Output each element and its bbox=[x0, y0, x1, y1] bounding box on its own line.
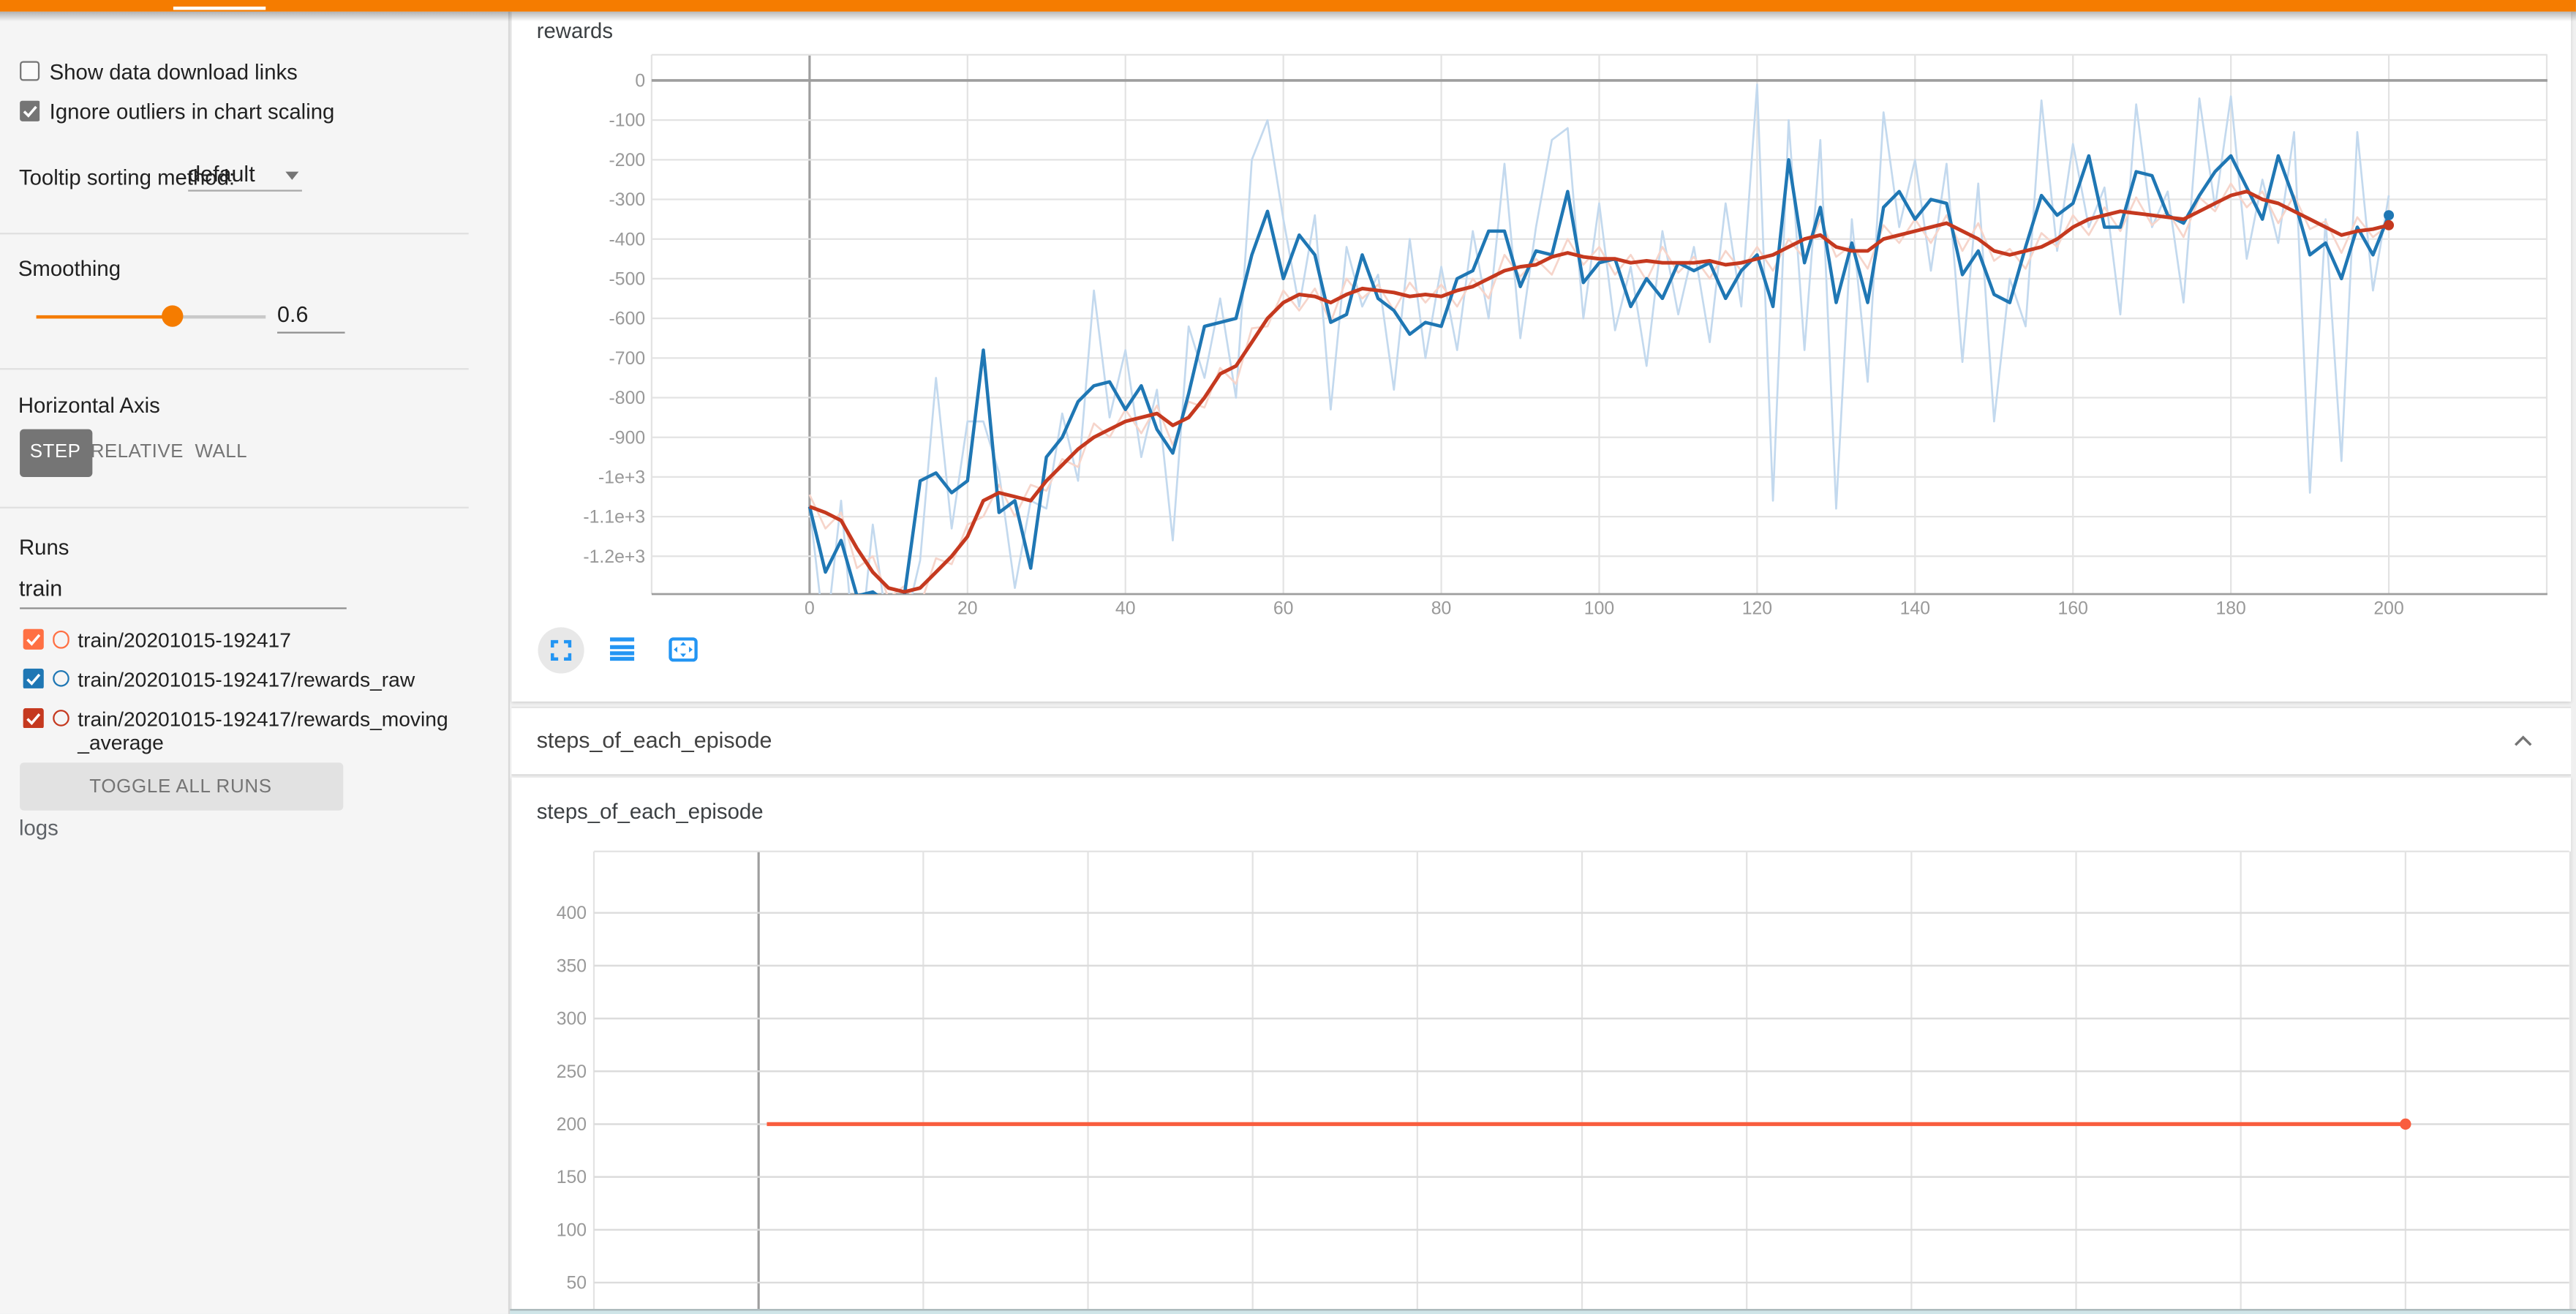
chevron-down-icon bbox=[285, 172, 298, 180]
runs-filter-input[interactable]: train bbox=[19, 574, 346, 604]
svg-text:-900: -900 bbox=[609, 427, 646, 447]
svg-text:40: 40 bbox=[1115, 598, 1136, 617]
smoothing-value-underline bbox=[277, 331, 345, 333]
svg-text:60: 60 bbox=[1273, 598, 1294, 617]
toggle-all-runs-button[interactable]: TOGGLE ALL RUNS bbox=[19, 762, 342, 811]
svg-text:180: 180 bbox=[2216, 598, 2246, 617]
horizontal-axis-label: Horizontal Axis bbox=[18, 392, 160, 417]
axis-button-wall[interactable]: WALL bbox=[189, 429, 252, 477]
runs-filter-underline bbox=[19, 607, 346, 609]
svg-text:-1e+3: -1e+3 bbox=[598, 467, 645, 487]
ignore-outliers-checkbox[interactable] bbox=[19, 101, 39, 121]
chevron-up-icon[interactable] bbox=[2512, 730, 2536, 754]
run-label: train/20201015-192417/rewards_raw bbox=[78, 668, 453, 692]
fit-domain-icon[interactable] bbox=[660, 626, 707, 672]
run-color-swatch-icon[interactable] bbox=[52, 669, 69, 687]
run-label: train/20201015-192417 bbox=[78, 629, 453, 653]
svg-text:200: 200 bbox=[2374, 598, 2404, 617]
svg-text:160: 160 bbox=[2058, 598, 2088, 617]
svg-text:100: 100 bbox=[1584, 598, 1614, 617]
svg-text:50: 50 bbox=[567, 1274, 587, 1294]
run-label: train/20201015-192417/rewards_moving_ave… bbox=[78, 707, 453, 757]
steps-card: steps_of_each_episode 400350300250200150… bbox=[512, 778, 2572, 1310]
smoothing-slider[interactable] bbox=[36, 309, 265, 323]
tooltip-sorting-value: default bbox=[188, 162, 255, 187]
ignore-outliers-row[interactable]: Ignore outliers in chart scaling bbox=[19, 99, 334, 124]
run-row[interactable]: train/20201015-192417/rewards_raw bbox=[0, 661, 495, 700]
select-underline bbox=[188, 189, 302, 191]
svg-text:0: 0 bbox=[636, 70, 646, 90]
dashboard-main: rewards 0-100-200-300-400-500-600-700-80… bbox=[510, 0, 2576, 1314]
axis-button-step[interactable]: STEP bbox=[19, 429, 91, 477]
show-download-links-checkbox[interactable] bbox=[19, 60, 39, 80]
svg-text:20: 20 bbox=[957, 598, 978, 617]
steps-chart[interactable]: 400 350 300 250 200 150 100 50 bbox=[512, 778, 2572, 1309]
svg-text:-300: -300 bbox=[609, 189, 646, 209]
run-row[interactable]: train/20201015-192417 bbox=[0, 621, 495, 661]
svg-text:-1.1e+3: -1.1e+3 bbox=[584, 507, 646, 527]
logs-label: logs bbox=[19, 814, 59, 839]
rewards-chart[interactable]: 0 -100 -200 -300 -400 -500 -600 -700 -800 -900 -1e… bbox=[512, 11, 2572, 622]
svg-text:-100: -100 bbox=[609, 110, 646, 130]
svg-text:100: 100 bbox=[557, 1221, 587, 1241]
show-download-links-row[interactable]: Show data download links bbox=[19, 59, 298, 83]
runs-filter-value: train bbox=[19, 575, 62, 600]
chart-toolbar bbox=[538, 625, 707, 675]
svg-text:350: 350 bbox=[557, 957, 587, 977]
tensorboard-app: Show data download links Ignore outliers… bbox=[0, 0, 2576, 1314]
svg-text:-600: -600 bbox=[609, 309, 646, 328]
runs-label: Runs bbox=[19, 534, 69, 559]
smoothing-value[interactable]: 0.6 bbox=[277, 301, 350, 326]
log-scale-icon[interactable] bbox=[599, 626, 645, 672]
app-header bbox=[0, 0, 2576, 11]
active-tab-indicator bbox=[173, 6, 265, 11]
section-header-steps[interactable]: steps_of_each_episode bbox=[512, 707, 2572, 776]
slider-knob[interactable] bbox=[162, 306, 184, 327]
svg-text:200: 200 bbox=[557, 1115, 587, 1135]
axis-button-relative[interactable]: RELATIVE bbox=[96, 429, 178, 477]
svg-text:400: 400 bbox=[557, 904, 587, 923]
tooltip-sorting-select[interactable]: default bbox=[188, 160, 302, 190]
svg-text:140: 140 bbox=[1900, 598, 1930, 617]
run-list: train/20201015-192417 train/20201015-1924… bbox=[0, 621, 495, 763]
checkbox-label: Ignore outliers in chart scaling bbox=[50, 99, 335, 124]
divider bbox=[0, 507, 469, 508]
svg-text:-1.2e+3: -1.2e+3 bbox=[584, 547, 646, 566]
slider-fill bbox=[36, 315, 173, 318]
svg-text:-800: -800 bbox=[609, 388, 646, 408]
svg-text:-200: -200 bbox=[609, 150, 646, 170]
svg-text:150: 150 bbox=[557, 1168, 587, 1187]
section-title: steps_of_each_episode bbox=[537, 728, 772, 753]
svg-text:300: 300 bbox=[557, 1010, 587, 1029]
expand-icon[interactable] bbox=[538, 626, 584, 672]
run-checkbox[interactable] bbox=[23, 629, 44, 650]
rewards-card: rewards 0-100-200-300-400-500-600-700-80… bbox=[512, 11, 2572, 702]
svg-text:-700: -700 bbox=[609, 348, 646, 368]
smoothing-label: Smoothing bbox=[18, 255, 121, 280]
svg-text:80: 80 bbox=[1431, 598, 1452, 617]
svg-text:-400: -400 bbox=[609, 229, 646, 249]
divider bbox=[0, 232, 469, 233]
checkbox-label: Show data download links bbox=[50, 59, 298, 83]
divider bbox=[0, 367, 469, 369]
settings-sidebar: Show data download links Ignore outliers… bbox=[0, 11, 510, 1314]
run-row[interactable]: train/20201015-192417/rewards_moving_ave… bbox=[0, 700, 495, 764]
svg-text:120: 120 bbox=[1742, 598, 1772, 617]
run-color-swatch-icon[interactable] bbox=[52, 709, 69, 727]
svg-text:250: 250 bbox=[557, 1062, 587, 1082]
svg-text:-500: -500 bbox=[609, 269, 646, 288]
svg-text:0: 0 bbox=[805, 598, 815, 617]
run-checkbox[interactable] bbox=[23, 668, 44, 688]
run-checkbox[interactable] bbox=[23, 707, 44, 728]
run-color-swatch-icon[interactable] bbox=[52, 631, 69, 648]
